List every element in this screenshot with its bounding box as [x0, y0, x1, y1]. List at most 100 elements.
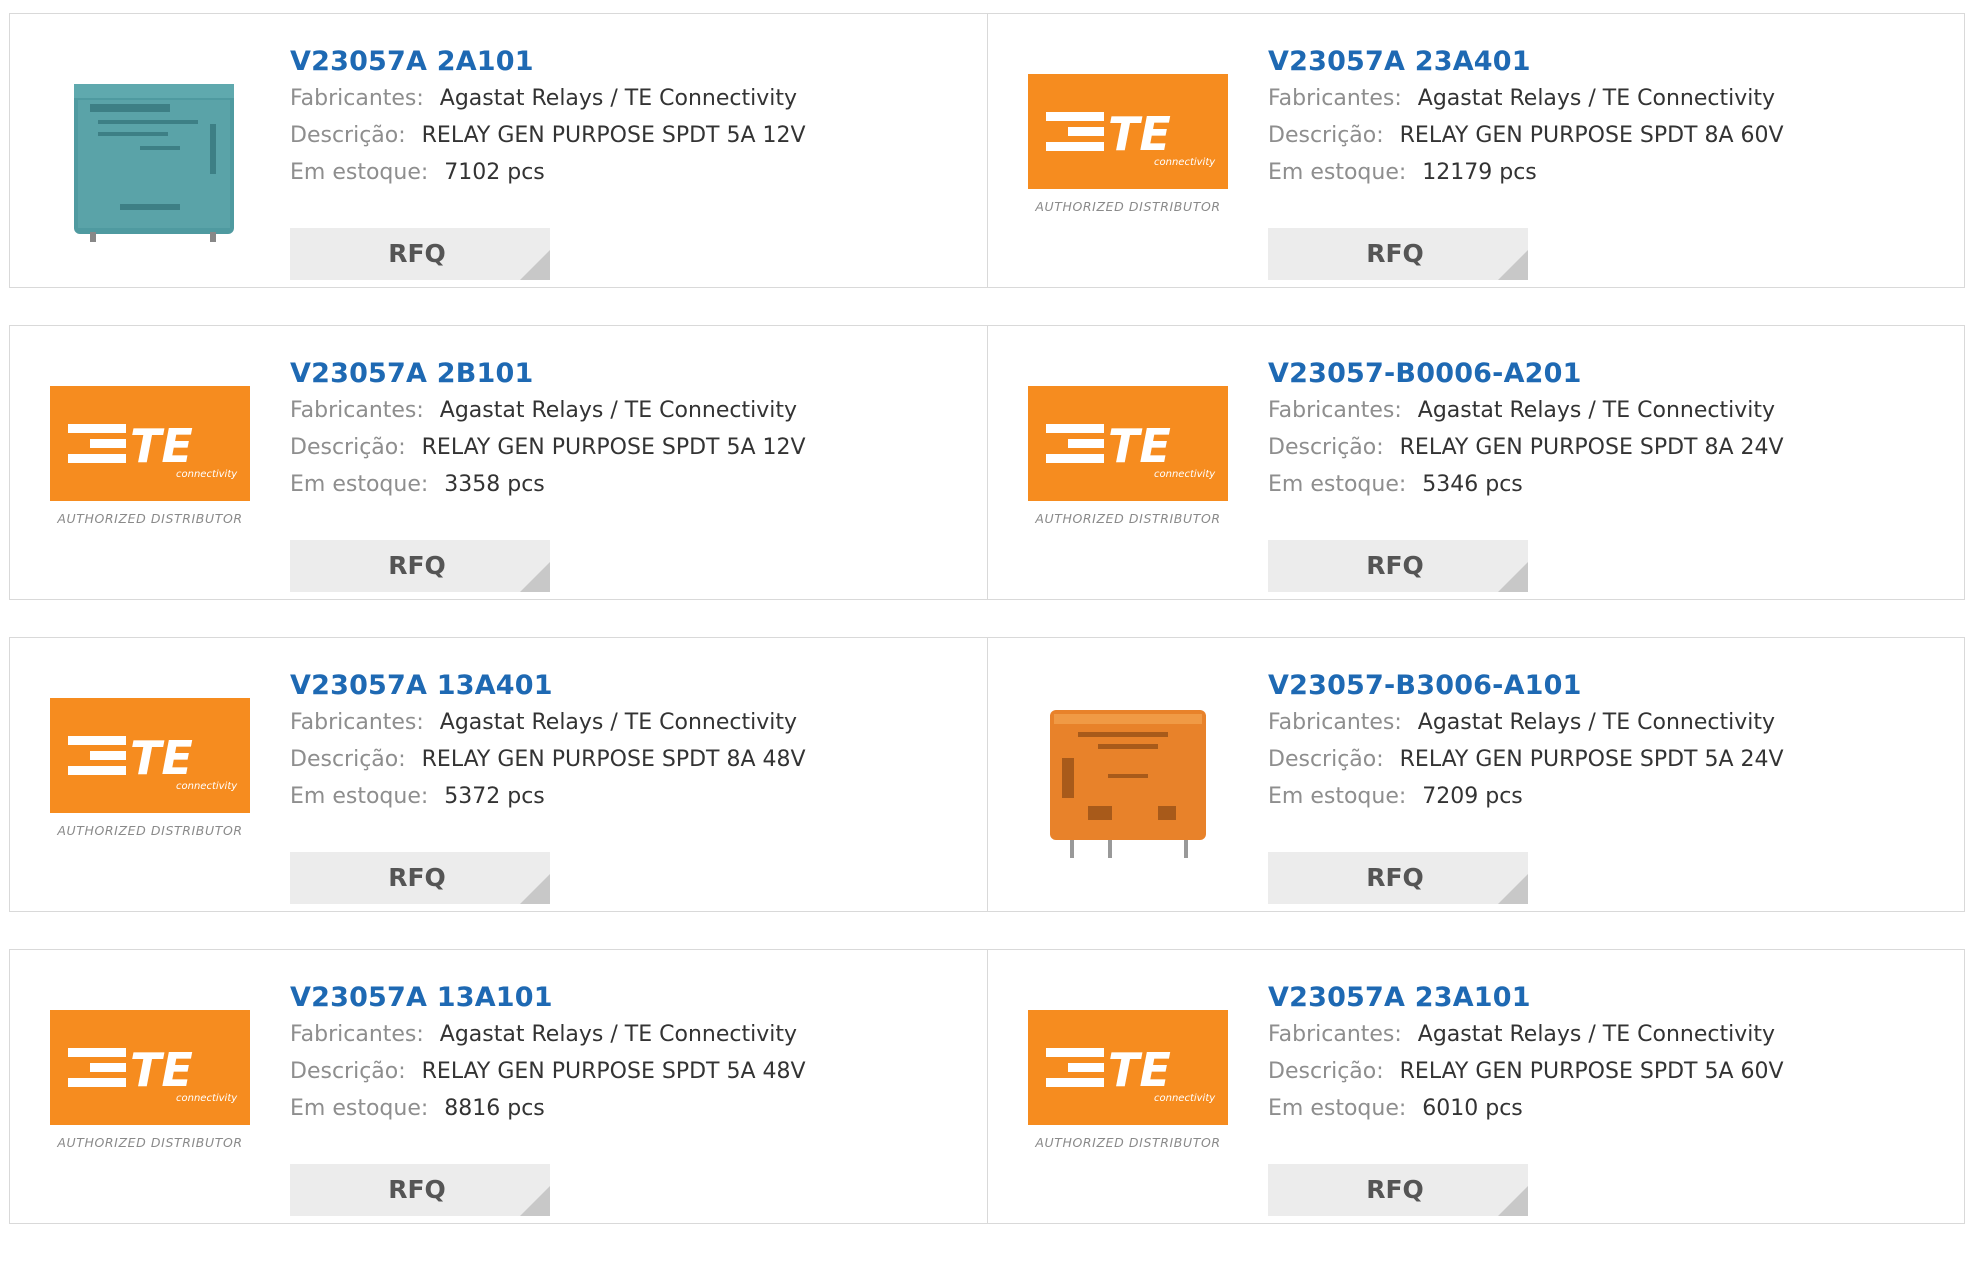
- manufacturer-label: Fabricantes:: [1268, 1022, 1402, 1047]
- product-image[interactable]: TE connectivity AUTHORIZED DISTRIBUTOR: [50, 990, 250, 1190]
- authorized-distributor-label: AUTHORIZED DISTRIBUTOR: [57, 511, 243, 526]
- description-line: Descrição: RELAY GEN PURPOSE SPDT 5A 24V: [1268, 741, 1954, 778]
- rfq-button[interactable]: RFQ: [290, 1164, 550, 1216]
- description-line: Descrição: RELAY GEN PURPOSE SPDT 8A 60V: [1268, 117, 1954, 154]
- stock-value: 7102 pcs: [444, 160, 545, 185]
- product-row: V23057A 2A101 Fabricantes: Agastat Relays…: [9, 13, 1965, 288]
- te-logo-icon: TE connectivity: [1028, 74, 1228, 189]
- description-value: RELAY GEN PURPOSE SPDT 8A 48V: [421, 747, 806, 772]
- product-row: TE connectivity AUTHORIZED DISTRIBUTOR V…: [9, 949, 1965, 1224]
- part-number-link[interactable]: V23057-B3006-A101: [1268, 668, 1582, 704]
- description-label: Descrição:: [1268, 123, 1384, 148]
- te-logo-text: TE: [130, 1043, 193, 1097]
- stock-line: Em estoque: 5346 pcs: [1268, 466, 1954, 503]
- stock-label: Em estoque:: [1268, 160, 1407, 185]
- te-logo-subtext: connectivity: [1154, 157, 1216, 168]
- stock-value: 5372 pcs: [444, 784, 545, 809]
- description-label: Descrição:: [290, 1059, 406, 1084]
- stock-line: Em estoque: 6010 pcs: [1268, 1090, 1954, 1127]
- manufacturer-line: Fabricantes: Agastat Relays / TE Connecti…: [1268, 392, 1954, 429]
- rfq-button[interactable]: RFQ: [1268, 852, 1528, 904]
- te-logo-subtext: connectivity: [176, 469, 238, 480]
- product-image[interactable]: TE connectivity AUTHORIZED DISTRIBUTOR: [1028, 366, 1228, 566]
- stock-line: Em estoque: 3358 pcs: [290, 466, 977, 503]
- corner-triangle-icon: [1498, 874, 1528, 904]
- manufacturer-line: Fabricantes: Agastat Relays / TE Connecti…: [290, 704, 977, 741]
- manufacturer-line: Fabricantes: Agastat Relays / TE Connecti…: [1268, 704, 1954, 741]
- rfq-button[interactable]: RFQ: [1268, 228, 1528, 280]
- description-line: Descrição: RELAY GEN PURPOSE SPDT 8A 48V: [290, 741, 977, 778]
- stock-value: 12179 pcs: [1422, 160, 1537, 185]
- part-number-link[interactable]: V23057A 2A101: [290, 44, 534, 80]
- manufacturer-label: Fabricantes:: [290, 710, 424, 735]
- part-number-link[interactable]: V23057A 23A101: [1268, 980, 1531, 1016]
- manufacturer-value: Agastat Relays / TE Connectivity: [1417, 710, 1775, 735]
- stock-label: Em estoque:: [1268, 1096, 1407, 1121]
- te-logo: TE connectivity AUTHORIZED DISTRIBUTOR: [50, 386, 250, 546]
- stock-label: Em estoque:: [1268, 472, 1407, 497]
- manufacturer-label: Fabricantes:: [290, 86, 424, 111]
- te-logo-subtext: connectivity: [1154, 1093, 1216, 1104]
- description-value: RELAY GEN PURPOSE SPDT 8A 60V: [1399, 123, 1784, 148]
- stock-label: Em estoque:: [1268, 784, 1407, 809]
- product-image[interactable]: TE connectivity AUTHORIZED DISTRIBUTOR: [50, 678, 250, 878]
- rfq-button[interactable]: RFQ: [290, 228, 550, 280]
- stock-label: Em estoque:: [290, 160, 429, 185]
- rfq-button[interactable]: RFQ: [1268, 1164, 1528, 1216]
- orange-relay-photo-icon: [1050, 710, 1206, 858]
- part-number-link[interactable]: V23057A 13A401: [290, 668, 553, 704]
- te-logo-icon: TE connectivity: [1028, 1010, 1228, 1125]
- product-image[interactable]: TE connectivity AUTHORIZED DISTRIBUTOR: [1028, 990, 1228, 1190]
- stock-label: Em estoque:: [290, 1096, 429, 1121]
- description-value: RELAY GEN PURPOSE SPDT 5A 60V: [1399, 1059, 1784, 1084]
- rfq-label: RFQ: [388, 863, 446, 892]
- manufacturer-line: Fabricantes: Agastat Relays / TE Connecti…: [1268, 1016, 1954, 1053]
- te-logo-icon: TE connectivity: [1028, 386, 1228, 501]
- product-image[interactable]: TE connectivity AUTHORIZED DISTRIBUTOR: [1028, 54, 1228, 254]
- product-card: TE connectivity AUTHORIZED DISTRIBUTOR V…: [10, 326, 987, 599]
- te-logo-text: TE: [130, 419, 193, 473]
- te-logo-text: TE: [130, 731, 193, 785]
- part-number-link[interactable]: V23057-B0006-A201: [1268, 356, 1582, 392]
- manufacturer-value: Agastat Relays / TE Connectivity: [1417, 1022, 1775, 1047]
- part-number-link[interactable]: V23057A 13A101: [290, 980, 553, 1016]
- corner-triangle-icon: [520, 250, 550, 280]
- te-logo-subtext: connectivity: [176, 1093, 238, 1104]
- product-image[interactable]: TE connectivity AUTHORIZED DISTRIBUTOR: [50, 366, 250, 566]
- product-card: TE connectivity AUTHORIZED DISTRIBUTOR V…: [987, 950, 1964, 1223]
- stock-value: 7209 pcs: [1422, 784, 1523, 809]
- description-label: Descrição:: [290, 747, 406, 772]
- product-row: TE connectivity AUTHORIZED DISTRIBUTOR V…: [9, 637, 1965, 912]
- description-value: RELAY GEN PURPOSE SPDT 8A 24V: [1399, 435, 1784, 460]
- description-value: RELAY GEN PURPOSE SPDT 5A 48V: [421, 1059, 806, 1084]
- corner-triangle-icon: [520, 562, 550, 592]
- manufacturer-label: Fabricantes:: [290, 1022, 424, 1047]
- part-number-link[interactable]: V23057A 2B101: [290, 356, 533, 392]
- description-label: Descrição:: [1268, 747, 1384, 772]
- manufacturer-label: Fabricantes:: [1268, 398, 1402, 423]
- part-number-link[interactable]: V23057A 23A401: [1268, 44, 1531, 80]
- product-card: V23057-B3006-A101 Fabricantes: Agastat Re…: [987, 638, 1964, 911]
- te-logo-text: TE: [1108, 1043, 1171, 1097]
- product-image[interactable]: [50, 54, 250, 254]
- te-logo: TE connectivity AUTHORIZED DISTRIBUTOR: [1028, 74, 1228, 234]
- corner-triangle-icon: [1498, 1186, 1528, 1216]
- manufacturer-label: Fabricantes:: [1268, 710, 1402, 735]
- product-row: TE connectivity AUTHORIZED DISTRIBUTOR V…: [9, 325, 1965, 600]
- rfq-button[interactable]: RFQ: [290, 540, 550, 592]
- stock-line: Em estoque: 5372 pcs: [290, 778, 977, 815]
- stock-line: Em estoque: 7209 pcs: [1268, 778, 1954, 815]
- te-logo-subtext: connectivity: [1154, 469, 1216, 480]
- description-line: Descrição: RELAY GEN PURPOSE SPDT 5A 60V: [1268, 1053, 1954, 1090]
- product-card: V23057A 2A101 Fabricantes: Agastat Relays…: [10, 14, 987, 287]
- product-image[interactable]: [1028, 678, 1228, 878]
- description-label: Descrição:: [1268, 1059, 1384, 1084]
- rfq-label: RFQ: [388, 239, 446, 268]
- rfq-button[interactable]: RFQ: [1268, 540, 1528, 592]
- rfq-label: RFQ: [388, 551, 446, 580]
- description-label: Descrição:: [290, 123, 406, 148]
- stock-line: Em estoque: 7102 pcs: [290, 154, 977, 191]
- rfq-button[interactable]: RFQ: [290, 852, 550, 904]
- stock-value: 3358 pcs: [444, 472, 545, 497]
- te-logo-text: TE: [1108, 107, 1171, 161]
